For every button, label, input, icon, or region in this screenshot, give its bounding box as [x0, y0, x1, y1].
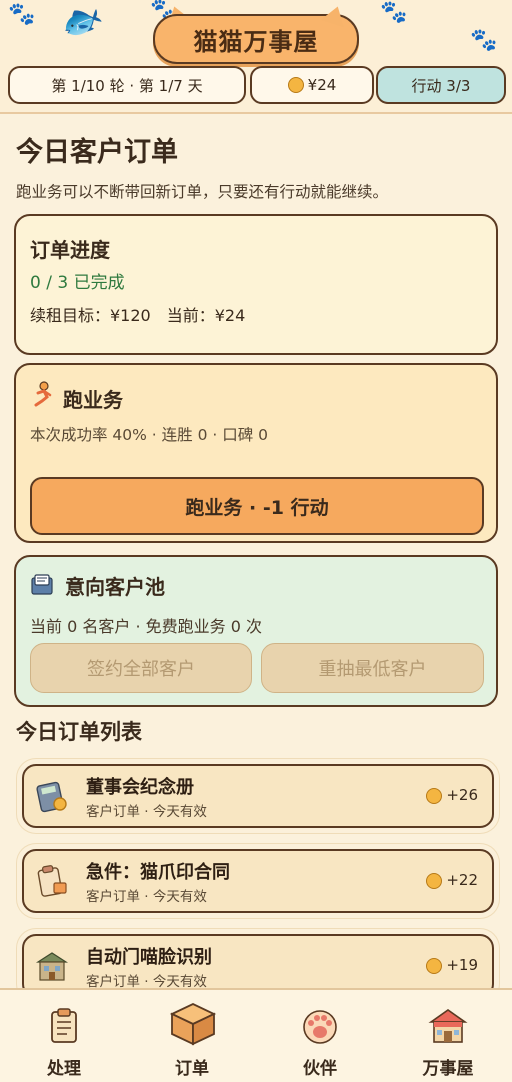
- paw-decoration-icon: 🐾: [470, 28, 498, 53]
- paw-icon: [300, 1006, 340, 1046]
- order-meta: 客户订单 · 今天有效: [86, 804, 207, 820]
- bottom-nav: 处理 订单 伙伴 万事屋: [0, 988, 512, 1082]
- order-reward: +26: [426, 786, 478, 804]
- order-reward-value: +22: [446, 871, 478, 889]
- coin-icon: [426, 957, 443, 974]
- customer-pool-title-row: 意向客户池: [30, 571, 165, 602]
- run-errand-button[interactable]: 跑业务 · -1 行动: [30, 477, 484, 535]
- redraw-lowest-customer-button[interactable]: 重抽最低客户: [261, 643, 484, 693]
- house-icon: [428, 1006, 468, 1046]
- nav-label: 万事屋: [422, 1059, 474, 1079]
- nav-label: 订单: [175, 1059, 209, 1079]
- building-icon: [34, 948, 70, 984]
- order-reward-value: +19: [446, 956, 478, 974]
- nav-item-process[interactable]: 处理: [0, 990, 128, 1082]
- paw-decoration-icon: 🐾: [8, 2, 36, 27]
- nav-label: 处理: [47, 1059, 81, 1079]
- nav-label: 伙伴: [303, 1059, 337, 1079]
- customer-pool-title: 意向客户池: [64, 575, 165, 599]
- order-list-item[interactable]: 急件：猫爪印合同 客户订单 · 今天有效 +22: [22, 849, 494, 913]
- calculator-icon: [34, 778, 70, 814]
- actions-indicator: 行动 3/3: [376, 66, 506, 104]
- nav-item-partners[interactable]: 伙伴: [256, 990, 384, 1082]
- page-subtitle: 跑业务可以不断带回新订单，只要还有行动就能继续。: [16, 183, 389, 201]
- fish-decoration-icon: 🐟: [53, 0, 109, 49]
- order-reward: +22: [426, 871, 478, 889]
- order-list-item[interactable]: 董事会纪念册 客户订单 · 今天有效 +26: [22, 764, 494, 828]
- order-meta: 客户订单 · 今天有效: [86, 889, 207, 905]
- order-reward-value: +26: [446, 786, 478, 804]
- order-title: 急件：猫爪印合同: [86, 862, 230, 883]
- order-title: 董事会纪念册: [86, 777, 194, 798]
- redraw-lowest-customer-label: 重抽最低客户: [318, 659, 427, 680]
- round-day-text: 第 1/10 轮 · 第 1/7 天: [51, 76, 203, 95]
- errand-card: 跑业务 本次成功率 40% · 连胜 0 · 口碑 0 跑业务 · -1 行动: [14, 363, 498, 543]
- errand-title-row: 跑业务: [30, 381, 123, 413]
- clipboard-icon: [34, 863, 70, 899]
- run-errand-button-label: 跑业务 · -1 行动: [185, 496, 329, 519]
- nav-item-shop[interactable]: 万事屋: [384, 990, 512, 1082]
- sign-all-customers-label: 签约全部客户: [87, 659, 195, 680]
- coin-icon: [287, 77, 304, 93]
- status-bar: 第 1/10 轮 · 第 1/7 天 ¥24 行动 3/3: [8, 66, 506, 104]
- coin-icon: [426, 872, 443, 889]
- customer-pool-card: 意向客户池 当前 0 名客户 · 免费跑业务 0 次 签约全部客户 重抽最低客户: [14, 555, 498, 707]
- order-progress-title: 订单进度: [30, 238, 110, 262]
- round-day-indicator: 第 1/10 轮 · 第 1/7 天: [8, 66, 246, 104]
- order-meta: 客户订单 · 今天有效: [86, 974, 207, 990]
- coin-icon: [426, 787, 443, 804]
- paw-decoration-icon: 🐾: [380, 0, 408, 25]
- errand-stats: 本次成功率 40% · 连胜 0 · 口碑 0: [30, 426, 269, 444]
- order-progress-card: 订单进度 0 / 3 已完成 续租目标：¥120 当前：¥24: [14, 214, 498, 355]
- money-text: ¥24: [307, 76, 337, 94]
- page-title: 今日客户订单: [16, 137, 178, 168]
- clipboard-icon: [44, 1006, 84, 1046]
- customer-pool-info: 当前 0 名客户 · 免费跑业务 0 次: [30, 617, 262, 636]
- package-icon: [168, 1000, 218, 1050]
- order-reward: +19: [426, 956, 478, 974]
- order-list-title: 今日订单列表: [16, 720, 142, 744]
- app-title-badge: 猫猫万事屋: [153, 8, 359, 64]
- header-divider: [0, 112, 512, 114]
- rent-target-text: 续租目标：¥120 当前：¥24: [30, 306, 246, 325]
- app-title: 猫猫万事屋: [153, 14, 359, 64]
- sign-all-customers-button[interactable]: 签约全部客户: [30, 643, 252, 693]
- order-title: 自动门喵脸识别: [86, 947, 212, 968]
- running-cat-icon: [30, 381, 56, 412]
- card-file-icon: [30, 573, 58, 602]
- nav-item-orders[interactable]: 订单: [128, 990, 256, 1082]
- actions-text: 行动 3/3: [411, 76, 471, 95]
- errand-title: 跑业务: [62, 388, 123, 412]
- order-progress-status: 0 / 3 已完成: [30, 273, 125, 293]
- money-indicator: ¥24: [250, 66, 374, 104]
